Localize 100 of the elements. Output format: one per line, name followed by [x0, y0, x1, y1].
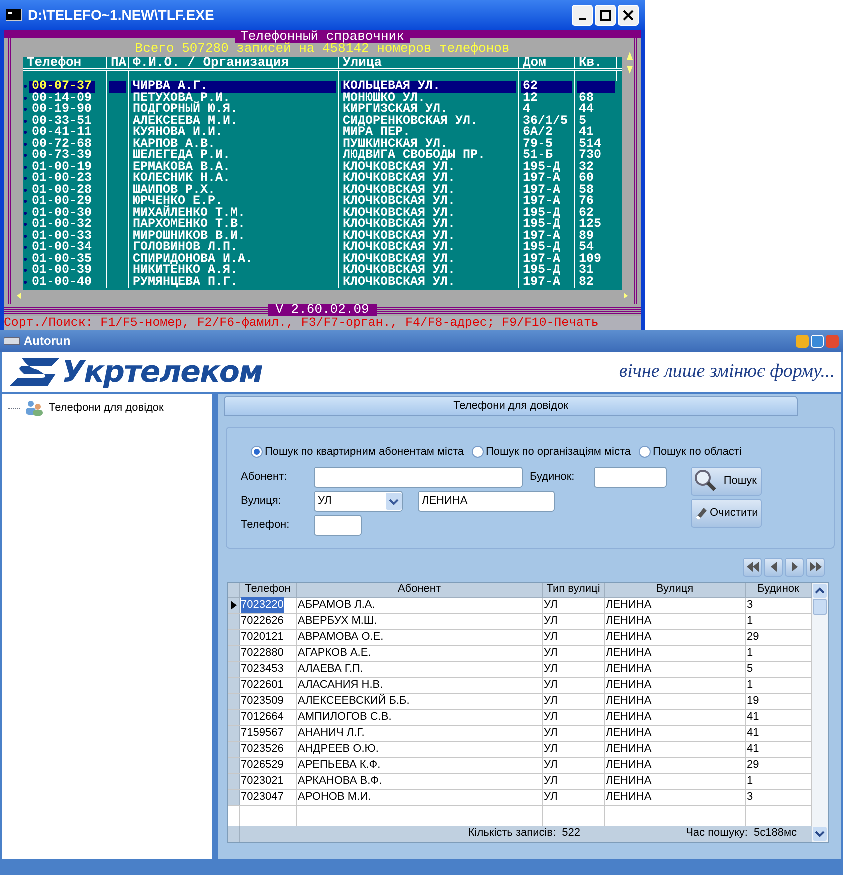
table-cell-text: 195-Д [522, 162, 562, 173]
directory-row[interactable]: 01-00-33 МИРОШНИКОВ В.И. КЛОЧКОВСКАЯ УЛ. 197-А 89 [23, 230, 622, 242]
table-cell-text: АЛАСАНИЯ Н.В. [298, 678, 384, 693]
column-header[interactable]: Вулиця [605, 582, 746, 596]
table-row[interactable]: 7026529 АРЕПЬЕВА К.Ф. УЛ ЛЕНИНА 29 [228, 758, 812, 774]
people-icon [24, 400, 44, 416]
table-cell-text: КЛОЧКОВСКАЯ УЛ. [342, 230, 457, 242]
table-cell-text: 01-00-39 [31, 265, 94, 276]
previous-record-button[interactable] [764, 558, 783, 576]
minimize-button[interactable] [572, 4, 593, 26]
directory-row[interactable]: 01-00-34 ГОЛОВИНОВ Л.П. КЛОЧКОВСКАЯ УЛ. 195-Д 54 [23, 242, 622, 254]
next-record-button[interactable] [785, 558, 804, 576]
scrollbar[interactable] [812, 582, 828, 842]
directory-row[interactable]: 01-00-28 ШАИПОВ Р.Х. КЛОЧКОВСКАЯ УЛ. 197-А 58 [23, 184, 622, 196]
directory-row[interactable]: 01-00-39 НИКИТЕНКО А.Я. КЛОЧКОВСКАЯ УЛ. 195-Д 31 [23, 265, 622, 276]
table-cell-text: УЛ [544, 662, 558, 677]
table-cell-text: УЛ [544, 710, 558, 725]
table-row[interactable]: 7023526 АНДРЕЕВ О.Ю. УЛ ЛЕНИНА 41 [228, 742, 812, 758]
field-label: Абонент: [241, 470, 288, 485]
search-button[interactable]: Пошук [691, 466, 762, 496]
table-cell-text: 82 [578, 276, 596, 288]
table-cell-text: 7020121 [241, 630, 284, 645]
directory-row[interactable]: 01-00-32 ПАРХОМЕНКО Т.В. КЛОЧКОВСКАЯ УЛ. 195-Д 125 [23, 219, 622, 230]
radio-button[interactable] [639, 446, 652, 458]
directory-row[interactable]: 00-33-51 АЛЕКСЕЕВА М.И. СИДОРЕНКОВСКАЯ УЛ. 36/1/5 5 [23, 116, 622, 127]
maximize-button[interactable] [595, 4, 616, 26]
bullet-icon [24, 223, 27, 226]
bullet-icon [24, 234, 27, 238]
row-pointer-icon [230, 600, 236, 610]
directory-row[interactable]: 00-19-90 ПОДГОРНЫЙ Ю.Я. КИРГИЗСКАЯ УЛ. 4 44 [23, 104, 622, 116]
directory-row[interactable]: 01-00-35 СПИРИДОНОВА И.А. КЛОЧКОВСКАЯ УЛ. 197-А 109 [23, 254, 622, 265]
street-field[interactable]: ЛЕНИНА [418, 490, 555, 512]
table-cell-text: 01-00-32 [31, 219, 94, 230]
table-row[interactable]: 7022601 АЛАСАНИЯ Н.В. УЛ ЛЕНИНА 1 [228, 678, 812, 694]
table-cell-text: МИХАЙЛЕНКО Т.М. [132, 208, 247, 219]
subscriber-field[interactable] [314, 466, 523, 488]
table-row[interactable]: 7023453 АЛАЕВА Г.П. УЛ ЛЕНИНА 5 [228, 662, 812, 678]
table-cell-text: 31 [578, 265, 596, 276]
street-type-select[interactable]: УЛ [314, 490, 403, 512]
directory-row[interactable]: 01-00-19 ЕРМАКОВА В.А. КЛОЧКОВСКАЯ УЛ. 195-Д 32 [23, 162, 622, 173]
directory-row[interactable]: 00-73-39 ШЕЛЕГЕДА Р.И. ЛЮДВИГА СВОБОДЫ ПР. 51-Б 730 [23, 150, 622, 162]
tree-item[interactable]: Телефони для довідок [48, 400, 165, 416]
bullet-icon [24, 142, 27, 146]
table-row[interactable]: 7023047 АРОНОВ М.И. УЛ ЛЕНИНА 3 [228, 790, 812, 806]
column-header: Дом [523, 56, 546, 68]
table-row[interactable]: 7020121 АВРАМОВА О.Е. УЛ ЛЕНИНА 29 [228, 630, 812, 646]
last-record-button[interactable] [806, 558, 825, 576]
directory-row[interactable]: 00-72-68 КАРПОВ А.В. ПУШКИНСКАЯ УЛ. 79-5 514 [23, 138, 622, 150]
table-row[interactable]: 7022626 АВЕРБУХ М.Ш. УЛ ЛЕНИНА 1 [228, 614, 812, 630]
dropdown-icon [386, 492, 402, 510]
directory-row[interactable]: 01-00-40 РУМЯНЦЕВА П.Г. КЛОЧКОВСКАЯ УЛ. 197-А 82 [23, 276, 622, 288]
table-cell-text: АНДРЕЕВ О.Ю. [298, 742, 379, 757]
directory-row[interactable]: 00-41-11 КУЯНОВА И.И. МИРА ПЕР. 6А/2 41 [23, 127, 622, 138]
building-field[interactable] [594, 466, 667, 488]
scroll-up-icon [627, 52, 633, 60]
table-cell-text: 00-72-68 [31, 138, 94, 150]
table-cell-text: СИДОРЕНКОВСКАЯ УЛ. [342, 116, 480, 127]
table-cell-text: АЛАЕВА Г.П. [298, 662, 364, 677]
table-cell-text: 7026529 [241, 758, 284, 773]
table-cell: 7023220 [241, 596, 284, 614]
radio-button[interactable] [251, 446, 263, 458]
clear-button[interactable]: Очистити [691, 498, 762, 528]
scroll-thumb[interactable] [813, 598, 827, 614]
directory-row[interactable]: 01-00-23 КОЛЕСНИК Н.А. КЛОЧКОВСКАЯ УЛ. 197-А 60 [23, 173, 622, 184]
table-row[interactable]: 7022880 АГАРКОВ А.Е. УЛ ЛЕНИНА 1 [228, 646, 812, 662]
table-cell-text: АВЕРБУХ М.Ш. [298, 614, 378, 629]
table-cell-text: КЛОЧКОВСКАЯ УЛ. [342, 242, 457, 254]
radio-label: Пошук по області [653, 445, 742, 460]
bullet-icon [24, 269, 27, 272]
table-cell [577, 81, 615, 92]
table-cell-text: 197-А [522, 184, 562, 196]
table-cell-text: ШЕЛЕГЕДА Р.И. [132, 150, 232, 162]
first-record-button[interactable] [743, 558, 762, 576]
column-header[interactable]: Тип вулиці [543, 582, 605, 596]
table-cell-text: КЛОЧКОВСКАЯ УЛ. [342, 173, 457, 184]
column-header[interactable]: Абонент [297, 582, 543, 596]
radio-button[interactable] [472, 446, 484, 458]
table-cell-text: 1 [747, 678, 754, 693]
table-cell-text: НИКИТЕНКО А.Я. [132, 265, 240, 276]
tab[interactable]: Телефони для довідок [224, 396, 798, 416]
bullet-icon [24, 212, 27, 215]
table-row[interactable]: 7023220 АБРАМОВ Л.А. УЛ ЛЕНИНА 3 [228, 598, 812, 614]
close-button[interactable] [618, 4, 639, 26]
table-cell-text: 7022626 [241, 614, 284, 629]
table-row[interactable]: 7159567 АНАНИЧ Л.Г. УЛ ЛЕНИНА 41 [228, 726, 812, 742]
table-cell-text: КЛОЧКОВСКАЯ УЛ. [342, 196, 457, 208]
table-cell-text: АРОНОВ М.И. [298, 790, 372, 805]
directory-row[interactable]: 01-00-30 МИХАЙЛЕНКО Т.М. КЛОЧКОВСКАЯ УЛ. 195-Д 62 [23, 208, 622, 219]
table-cell-text: УЛ [544, 742, 558, 757]
table-cell-text: 6А/2 [522, 127, 554, 138]
table-cell-text: 125 [578, 219, 603, 230]
table-row[interactable]: 7023021 АРКАНОВА В.Ф. УЛ ЛЕНИНА 1 [228, 774, 812, 790]
directory-row[interactable]: 00-07-37 ЧИРВА А.Г. КОЛЬЦЕВАЯ УЛ. 62 [23, 81, 622, 92]
scroll-up-icon [812, 582, 828, 598]
table-row[interactable]: 7012664 АМПИЛОГОВ С.В. УЛ ЛЕНИНА 41 [228, 710, 812, 726]
minimize-icon [579, 18, 586, 20]
table-cell-text: 1 [747, 646, 754, 661]
table-cell-text: 41 [578, 127, 594, 138]
phone-field[interactable] [314, 514, 362, 536]
table-row[interactable]: 7023509 АЛЕКСЕЕВСКИЙ Б.Б. УЛ ЛЕНИНА 19 [228, 694, 812, 710]
